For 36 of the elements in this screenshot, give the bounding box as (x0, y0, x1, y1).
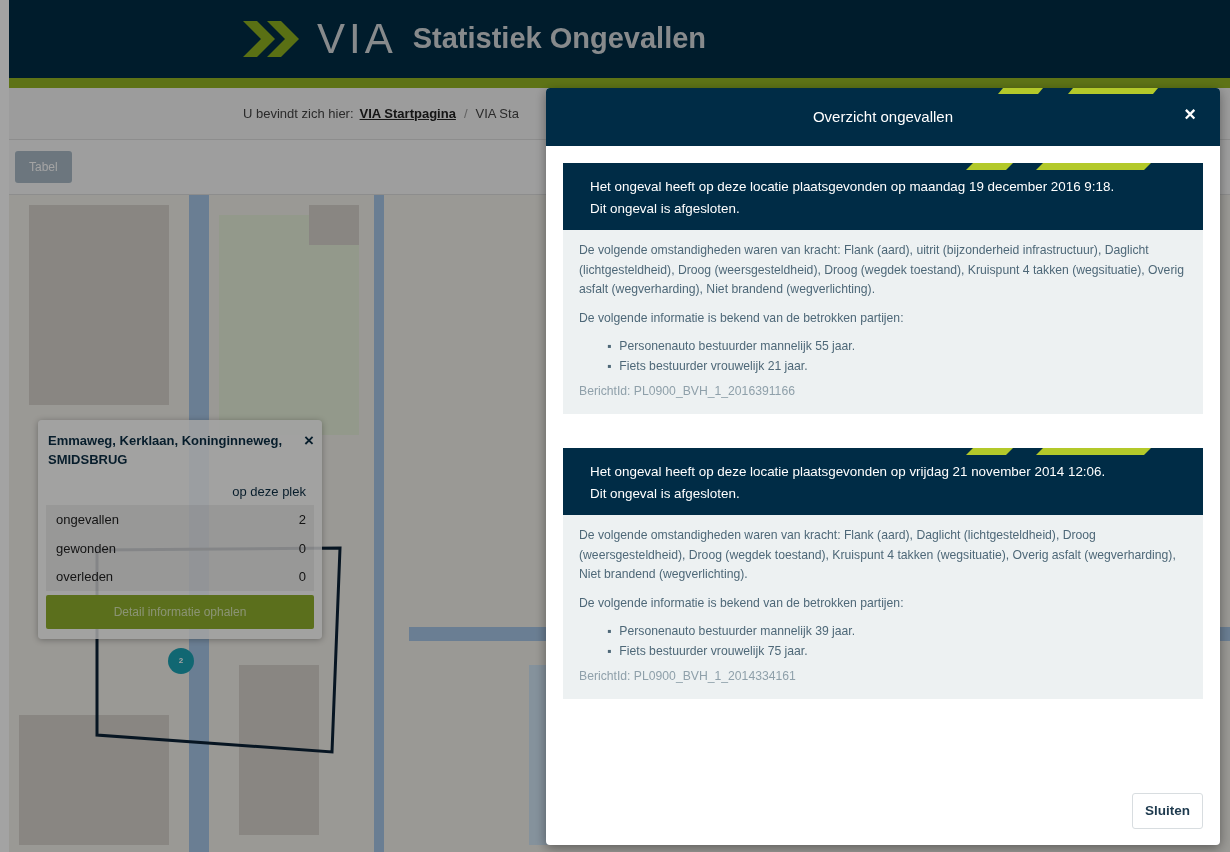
bullet-icon: ▪ (607, 641, 612, 662)
breadcrumb-link[interactable]: VIA Sta (475, 103, 519, 124)
party-item: Fiets bestuurder vrouwelijk 21 jaar. (619, 357, 808, 375)
modal-title: Overzicht ongevallen (812, 106, 954, 127)
circumstances-text: De volgende omstandigheden waren van kracht: Flank (aard), uitrit (bijzonderheid infrastructuur), Daglicht (lichtgesteldheid), Droog (weersgesteldheid), Droog (wegdek toestand), Kruispunt 4 takken (wegsituatie), Overig asfalt (wegverharding), Niet brandend (wegverlichting). (579, 242, 1185, 299)
party-item: Personenauto bestuurder mannelijk 39 jaar. (619, 623, 856, 641)
popup-title: Emmaweg, Kerklaan, Koninginneweg, SMIDSBRUG (47, 432, 284, 469)
message-id: BerichtId: PL0900_BVH_1_2016391166 (579, 383, 796, 401)
close-button[interactable]: × (1184, 104, 1196, 124)
bullet-icon: ▪ (607, 622, 612, 642)
row-value: 0 (298, 568, 306, 587)
bullet-icon: ▪ (607, 356, 612, 377)
separator-icon: / (463, 103, 468, 124)
circumstances-text: De volgende omstandigheden waren van kracht: Flank (aard), Daglicht (lichtgesteldheid), Droog (weersgesteldheid), Droog (wegdek toestand), Kruispunt 4 takken (wegsituatie), Overig asfalt (wegverharding), Niet brandend (wegverlichting). (579, 527, 1177, 584)
logo-text: VIA (317, 18, 397, 60)
message-id: BerichtId: PL0900_BVH_1_2014334161 (579, 668, 797, 686)
breadcrumb-link[interactable]: VIA Startpagina (359, 103, 456, 124)
app-title: Statistiek Ongevallen (412, 21, 707, 57)
accident-summary: Het ongeval heeft op deze locatie plaatsgevonden op maandag 19 december 2016 9:18. (590, 178, 1116, 196)
accident-summary: Het ongeval heeft op deze locatie plaatsgevonden op vrijdag 21 november 2014 12:06. (590, 462, 1107, 481)
accident-status: Dit ongeval is afgesloten. (590, 484, 741, 503)
close-button[interactable]: Sluiten (1132, 792, 1203, 829)
row-label: ongevallen (56, 511, 119, 530)
parties-intro: De volgende informatie is bekend van de betrokken partijen: (579, 594, 905, 612)
breadcrumb-label: U bevindt zich hier: (243, 104, 354, 123)
party-item: Fiets bestuurder vrouwelijk 75 jaar. (619, 642, 808, 660)
row-label: overleden (56, 568, 114, 587)
row-value: 0 (298, 539, 306, 558)
accident-status: Dit ongeval is afgesloten. (590, 200, 741, 219)
parties-intro: De volgende informatie is bekend van de betrokken partijen: (579, 309, 905, 327)
row-label: gewonden (56, 539, 116, 558)
party-item: Personenauto bestuurder mannelijk 55 jaar. (619, 338, 856, 356)
row-value: 2 (298, 511, 306, 530)
column-header: op deze plek (231, 482, 307, 501)
close-button[interactable]: × (304, 432, 314, 449)
bullet-icon: ▪ (607, 337, 612, 357)
